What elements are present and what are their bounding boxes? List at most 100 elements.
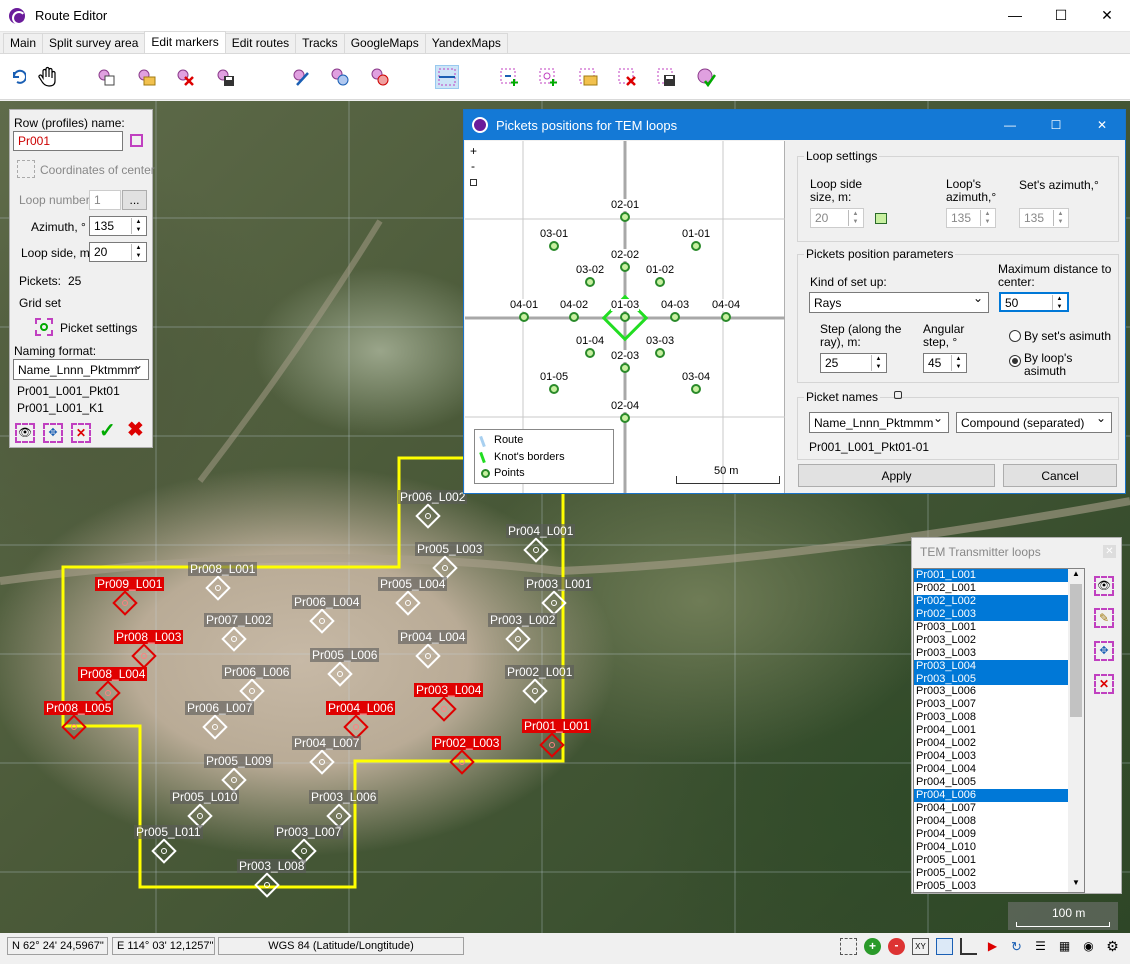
close-button[interactable]: ✕ bbox=[1084, 0, 1130, 30]
list-item[interactable]: Pr004_L010 bbox=[914, 841, 1068, 854]
naming-format-select[interactable]: Name_Lnnn_Pktmmm bbox=[13, 359, 149, 380]
list-item[interactable]: Pr003_L008 bbox=[914, 711, 1068, 724]
tab-edit-markers[interactable]: Edit markers bbox=[144, 31, 226, 53]
picket-point[interactable] bbox=[585, 277, 595, 287]
marker-open-icon[interactable] bbox=[134, 65, 158, 89]
zoom-fit-icon[interactable] bbox=[470, 179, 477, 186]
loops-scrollbar[interactable]: ▲ ▼ bbox=[1068, 569, 1084, 892]
xy-icon[interactable]: XY bbox=[912, 938, 929, 955]
list-item[interactable]: Pr005_L001 bbox=[914, 854, 1068, 867]
clear-grid-icon[interactable]: ✕ bbox=[71, 423, 91, 443]
add-loop-center-icon[interactable] bbox=[536, 65, 560, 89]
cancel-x-icon[interactable]: ✖ bbox=[127, 420, 147, 440]
loop-side-input[interactable]: 20 ▲ ▼ bbox=[89, 242, 147, 262]
list-item[interactable]: Pr003_L003 bbox=[914, 647, 1068, 660]
list-item[interactable]: Pr005_L002 bbox=[914, 867, 1068, 880]
camera-icon[interactable]: ◉ bbox=[1080, 938, 1097, 955]
by-set-azimuth-radio[interactable] bbox=[1009, 330, 1021, 342]
list-item[interactable]: Pr002_L003 bbox=[914, 607, 1068, 621]
angular-step-input[interactable]: 45 ▲ ▼ bbox=[923, 353, 967, 373]
by-loop-azimuth-label[interactable]: By loop's asimuth bbox=[1024, 352, 1104, 378]
azimuth-input[interactable]: 135 ▲ ▼ bbox=[89, 216, 147, 236]
list-item[interactable]: Pr003_L001 bbox=[914, 621, 1068, 634]
loops-listbox[interactable]: Pr001_L001 Pr002_L001 Pr002_L002 Pr002_L003… bbox=[913, 568, 1085, 893]
loops-view-icon[interactable]: 👁 bbox=[1094, 576, 1114, 596]
picket-point[interactable] bbox=[620, 413, 630, 423]
tab-yandexmaps[interactable]: YandexMaps bbox=[424, 33, 508, 53]
save-loops-icon[interactable] bbox=[654, 65, 678, 89]
route-join-icon[interactable] bbox=[328, 65, 352, 89]
list-item[interactable]: Pr003_L007 bbox=[914, 698, 1068, 711]
measure-icon[interactable] bbox=[960, 938, 977, 955]
pick-row-icon[interactable] bbox=[130, 134, 143, 147]
picket-settings-label[interactable]: Picket settings bbox=[60, 321, 137, 335]
apply-button[interactable]: Apply bbox=[798, 464, 995, 487]
tab-main[interactable]: Main bbox=[3, 33, 44, 53]
marker-list-icon[interactable] bbox=[94, 65, 118, 89]
loop-number-input[interactable]: 1 bbox=[89, 190, 121, 210]
list-item[interactable]: Pr004_L008 bbox=[914, 815, 1068, 828]
list-item[interactable]: Pr003_L006 bbox=[914, 685, 1068, 698]
list-item[interactable]: Pr004_L005 bbox=[914, 776, 1068, 789]
view-eye-icon[interactable]: 👁 bbox=[15, 423, 35, 443]
refresh-icon[interactable]: ↻ bbox=[1008, 938, 1025, 955]
list-item[interactable]: Pr002_L001 bbox=[914, 582, 1068, 595]
loop-side-size-input[interactable]: 20 ▲ ▼ bbox=[810, 208, 864, 228]
grid-move-icon[interactable]: ✥ bbox=[43, 423, 63, 443]
picket-format-select[interactable]: Name_Lnnn_Pktmmm bbox=[809, 412, 949, 433]
list-item[interactable]: Pr004_L004 bbox=[914, 763, 1068, 776]
list-item[interactable]: Pr001_L001 bbox=[914, 569, 1068, 582]
picket-point[interactable] bbox=[585, 348, 595, 358]
grid-icon[interactable]: ▦ bbox=[1056, 938, 1073, 955]
marker-save-icon[interactable] bbox=[213, 65, 237, 89]
tab-split-survey-area[interactable]: Split survey area bbox=[42, 33, 146, 53]
cancel-button[interactable]: Cancel bbox=[1003, 464, 1117, 487]
delete-loops-icon[interactable] bbox=[615, 65, 639, 89]
picket-point[interactable] bbox=[691, 241, 701, 251]
record-icon[interactable]: ▶ bbox=[984, 938, 1001, 955]
tab-edit-routes[interactable]: Edit routes bbox=[224, 33, 297, 53]
marker-delete-icon[interactable] bbox=[173, 65, 197, 89]
pickets-grid-icon[interactable] bbox=[435, 65, 459, 89]
picket-point[interactable] bbox=[691, 384, 701, 394]
zoom-in-button[interactable]: + bbox=[470, 144, 477, 158]
by-set-azimuth-label[interactable]: By set's asimuth bbox=[1024, 329, 1111, 343]
center-coords-icon[interactable] bbox=[17, 160, 35, 178]
picket-point[interactable] bbox=[569, 312, 579, 322]
picket-names-options-icon[interactable] bbox=[894, 391, 902, 399]
picket-point[interactable] bbox=[670, 312, 680, 322]
minimize-button[interactable]: — bbox=[992, 0, 1038, 30]
picket-point[interactable] bbox=[549, 241, 559, 251]
picket-point[interactable] bbox=[655, 277, 665, 287]
zoom-out-button[interactable]: - bbox=[471, 159, 475, 173]
set-azimuth-input[interactable]: 135 ▲ ▼ bbox=[1019, 208, 1069, 228]
zoom-in-icon[interactable]: + bbox=[864, 938, 881, 955]
picket-point[interactable] bbox=[549, 384, 559, 394]
dialog-minimize-button[interactable]: — bbox=[987, 110, 1033, 140]
add-loop-icon[interactable] bbox=[497, 65, 521, 89]
step-input[interactable]: 25 ▲ ▼ bbox=[820, 353, 887, 373]
picket-point[interactable] bbox=[721, 312, 731, 322]
zoom-out-icon[interactable]: - bbox=[888, 938, 905, 955]
list-item[interactable]: Pr002_L002 bbox=[914, 594, 1068, 608]
route-edit-icon[interactable] bbox=[289, 65, 313, 89]
list-item[interactable]: Pr004_L009 bbox=[914, 828, 1068, 841]
list-item[interactable]: Pr004_L007 bbox=[914, 802, 1068, 815]
list-item[interactable]: Pr003_L004 bbox=[914, 659, 1068, 673]
list-item[interactable]: Pr005_L003 bbox=[914, 880, 1068, 893]
picket-point[interactable] bbox=[620, 212, 630, 222]
copy-side-icon[interactable] bbox=[875, 213, 887, 224]
loops-panel-close-icon[interactable]: ✕ bbox=[1103, 545, 1116, 558]
list-item[interactable]: Pr004_L003 bbox=[914, 750, 1068, 763]
list-item[interactable]: Pr004_L001 bbox=[914, 724, 1068, 737]
picket-point[interactable] bbox=[519, 312, 529, 322]
layers-icon[interactable] bbox=[936, 938, 953, 955]
loop-check-icon[interactable] bbox=[694, 65, 718, 89]
list-item[interactable]: Pr004_L006 bbox=[914, 788, 1068, 802]
row-name-input[interactable]: Pr001 bbox=[13, 131, 123, 151]
accept-check-icon[interactable]: ✓ bbox=[99, 421, 119, 441]
scroll-up-icon[interactable]: ▲ bbox=[1068, 569, 1084, 583]
by-loop-azimuth-radio[interactable] bbox=[1009, 355, 1021, 367]
loop-azimuth-input[interactable]: 135 ▲ ▼ bbox=[946, 208, 996, 228]
hand-pan-icon[interactable] bbox=[36, 65, 60, 89]
